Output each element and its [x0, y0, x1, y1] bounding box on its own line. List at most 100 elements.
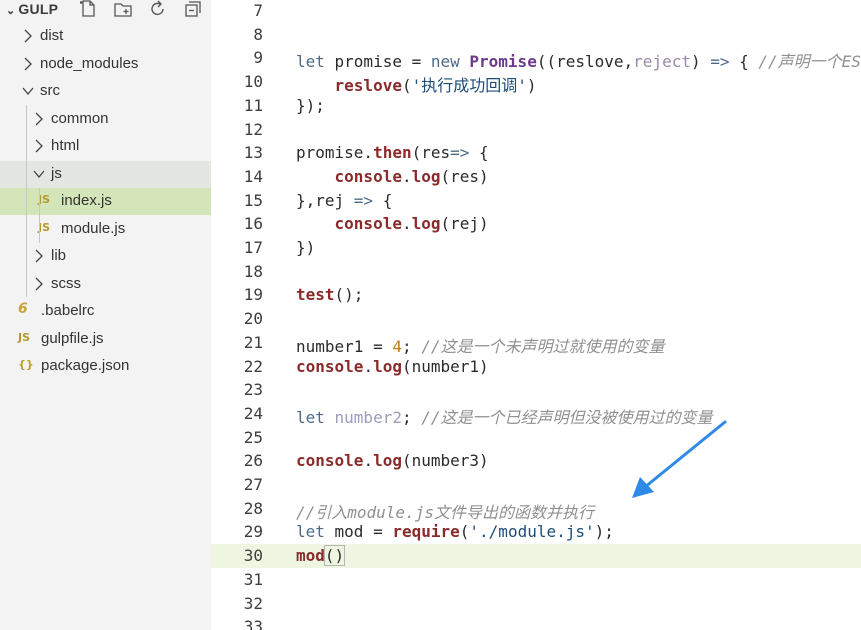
code-token: '执行成功回调' — [411, 76, 527, 96]
code-line[interactable]: 21 number1 = 4; //这是一个未声明过就使用的变量 — [211, 331, 861, 357]
code-line[interactable]: 26 console.log(number3) — [211, 449, 861, 473]
line-code: console.log(number3) — [296, 451, 489, 470]
tree-item-index-js[interactable]: JS index.js — [0, 188, 211, 215]
code-line[interactable]: 15},rej => { — [211, 189, 861, 213]
code-line[interactable]: 24 let number2; //这是一个已经声明但没被使用过的变量 — [211, 402, 861, 427]
code-token: number2 — [334, 407, 402, 427]
code-line[interactable]: 32 — [211, 592, 861, 616]
explorer-sidebar: ⌄ GULP dist node_modulessrc common html js JS i… — [0, 0, 211, 630]
code-token: //声明一个ES — [758, 52, 861, 72]
code-token: },rej — [296, 190, 354, 210]
code-line[interactable]: 33 — [211, 615, 861, 630]
tree-item-babelrc[interactable]: 6 .babelrc — [0, 298, 211, 325]
tree-item-scss[interactable]: scss — [0, 271, 211, 298]
line-code: number1 = 4; //这是一个未声明过就使用的变量 — [296, 333, 665, 357]
code-line[interactable]: 25 — [211, 426, 861, 450]
explorer-header: ⌄ GULP — [0, 0, 211, 22]
tree-item-label: module.js — [61, 219, 126, 237]
code-line[interactable]: 9 let promise = new Promise((reslove,reje… — [211, 46, 861, 72]
chevron-right-icon — [24, 29, 32, 43]
line-code: }); — [296, 96, 325, 115]
line-number: 12 — [243, 119, 263, 139]
line-code: mod() — [296, 545, 346, 567]
code-line[interactable]: 28 //引入module.js文件导出的函数并执行 — [211, 497, 861, 522]
chevron-right-icon — [35, 277, 43, 290]
code-token: 4 — [392, 336, 402, 356]
code-token: (( — [536, 52, 557, 72]
code-token: log — [373, 451, 402, 471]
code-token: . — [363, 451, 374, 471]
tree-item-html[interactable]: html — [0, 133, 211, 160]
refresh-icon[interactable] — [149, 0, 167, 18]
tree-item-module-js[interactable]: JS module.js — [0, 216, 211, 243]
code-line[interactable]: 30 mod() — [211, 544, 861, 568]
line-number: 18 — [243, 261, 263, 281]
code-line[interactable]: 7 — [211, 0, 861, 23]
chevron-right-icon — [35, 112, 43, 125]
tree-item-node-modules[interactable]: node_modules — [0, 51, 211, 78]
line-number: 13 — [243, 143, 263, 163]
code-token: promise. — [296, 143, 374, 163]
tree-item-label: lib — [51, 247, 67, 264]
tree-item-gulpfile-js[interactable]: JS gulpfile.js — [0, 326, 211, 353]
tree-item-dist[interactable]: dist — [0, 23, 211, 50]
code-token: console — [296, 451, 364, 471]
code-line[interactable]: 20 — [211, 307, 861, 331]
code-token: test — [296, 285, 335, 305]
code-line[interactable]: 29 let mod = require('./module.js'); — [211, 520, 861, 544]
code-token: log — [373, 356, 402, 376]
line-code: reslove('执行成功回调') — [296, 72, 537, 96]
code-line[interactable]: 27 — [211, 473, 861, 497]
code-token: () — [323, 545, 346, 567]
code-line[interactable]: 22 console.log(number1) — [211, 355, 861, 379]
code-token: => — [450, 143, 470, 163]
line-number: 24 — [243, 403, 263, 423]
code-token: log — [411, 214, 441, 234]
code-token: Promise — [469, 52, 537, 72]
code-token: console — [334, 214, 402, 234]
tree-item-src[interactable]: src — [0, 78, 211, 105]
tree-item-lib[interactable]: lib — [0, 243, 211, 270]
code-editor[interactable]: 7 8 9 let promise = new Promise((reslove,re… — [211, 0, 861, 630]
tree-item-label: js — [51, 164, 62, 182]
code-line[interactable]: 8 — [211, 23, 861, 47]
explorer-title[interactable]: ⌄ GULP — [6, 1, 58, 17]
code-token: { — [729, 52, 759, 72]
code-line[interactable]: 13 promise.then(res=> { — [211, 141, 861, 165]
code-token: number1 = — [296, 336, 393, 356]
code-line[interactable]: 16 console.log(rej) — [211, 212, 861, 236]
line-code: console.log(rej) — [296, 214, 489, 233]
collapse-all-icon[interactable] — [184, 0, 202, 18]
new-file-icon[interactable] — [80, 0, 98, 18]
line-number: 16 — [243, 214, 263, 234]
code-token: mod — [296, 546, 325, 566]
code-line[interactable]: 31 — [211, 568, 861, 592]
code-line[interactable]: 14 console.log(res) — [211, 165, 861, 189]
tree-item-common[interactable]: common — [0, 106, 211, 133]
code-token: { — [373, 190, 393, 210]
code-token: log — [411, 166, 441, 186]
code-token: //引入module.js文件导出的函数并执行 — [296, 502, 594, 522]
code-line[interactable]: 19 test(); — [211, 283, 861, 307]
code-line[interactable]: 17}) — [211, 236, 861, 260]
tree-item-label: gulpfile.js — [41, 329, 104, 347]
line-number: 21 — [243, 332, 263, 352]
tree-item-package-json[interactable]: {} package.json — [0, 353, 211, 380]
tree-item-js[interactable]: js — [0, 160, 211, 188]
line-number: 20 — [243, 309, 263, 329]
code-token: (number3) — [401, 451, 489, 471]
new-folder-icon[interactable] — [114, 0, 132, 18]
code-token: ; — [401, 336, 422, 356]
tree-item-label: node_modules — [40, 54, 139, 72]
indent-guide — [26, 105, 27, 297]
code-token: => — [353, 190, 374, 210]
code-line[interactable]: 10 reslove('执行成功回调') — [211, 70, 861, 96]
code-line[interactable]: 18 — [211, 260, 861, 284]
line-number: 10 — [243, 72, 263, 92]
line-code: }) — [296, 238, 315, 257]
code-line[interactable]: 23 — [211, 378, 861, 402]
code-line[interactable]: 12 — [211, 118, 861, 142]
code-line[interactable]: 11}); — [211, 94, 861, 118]
